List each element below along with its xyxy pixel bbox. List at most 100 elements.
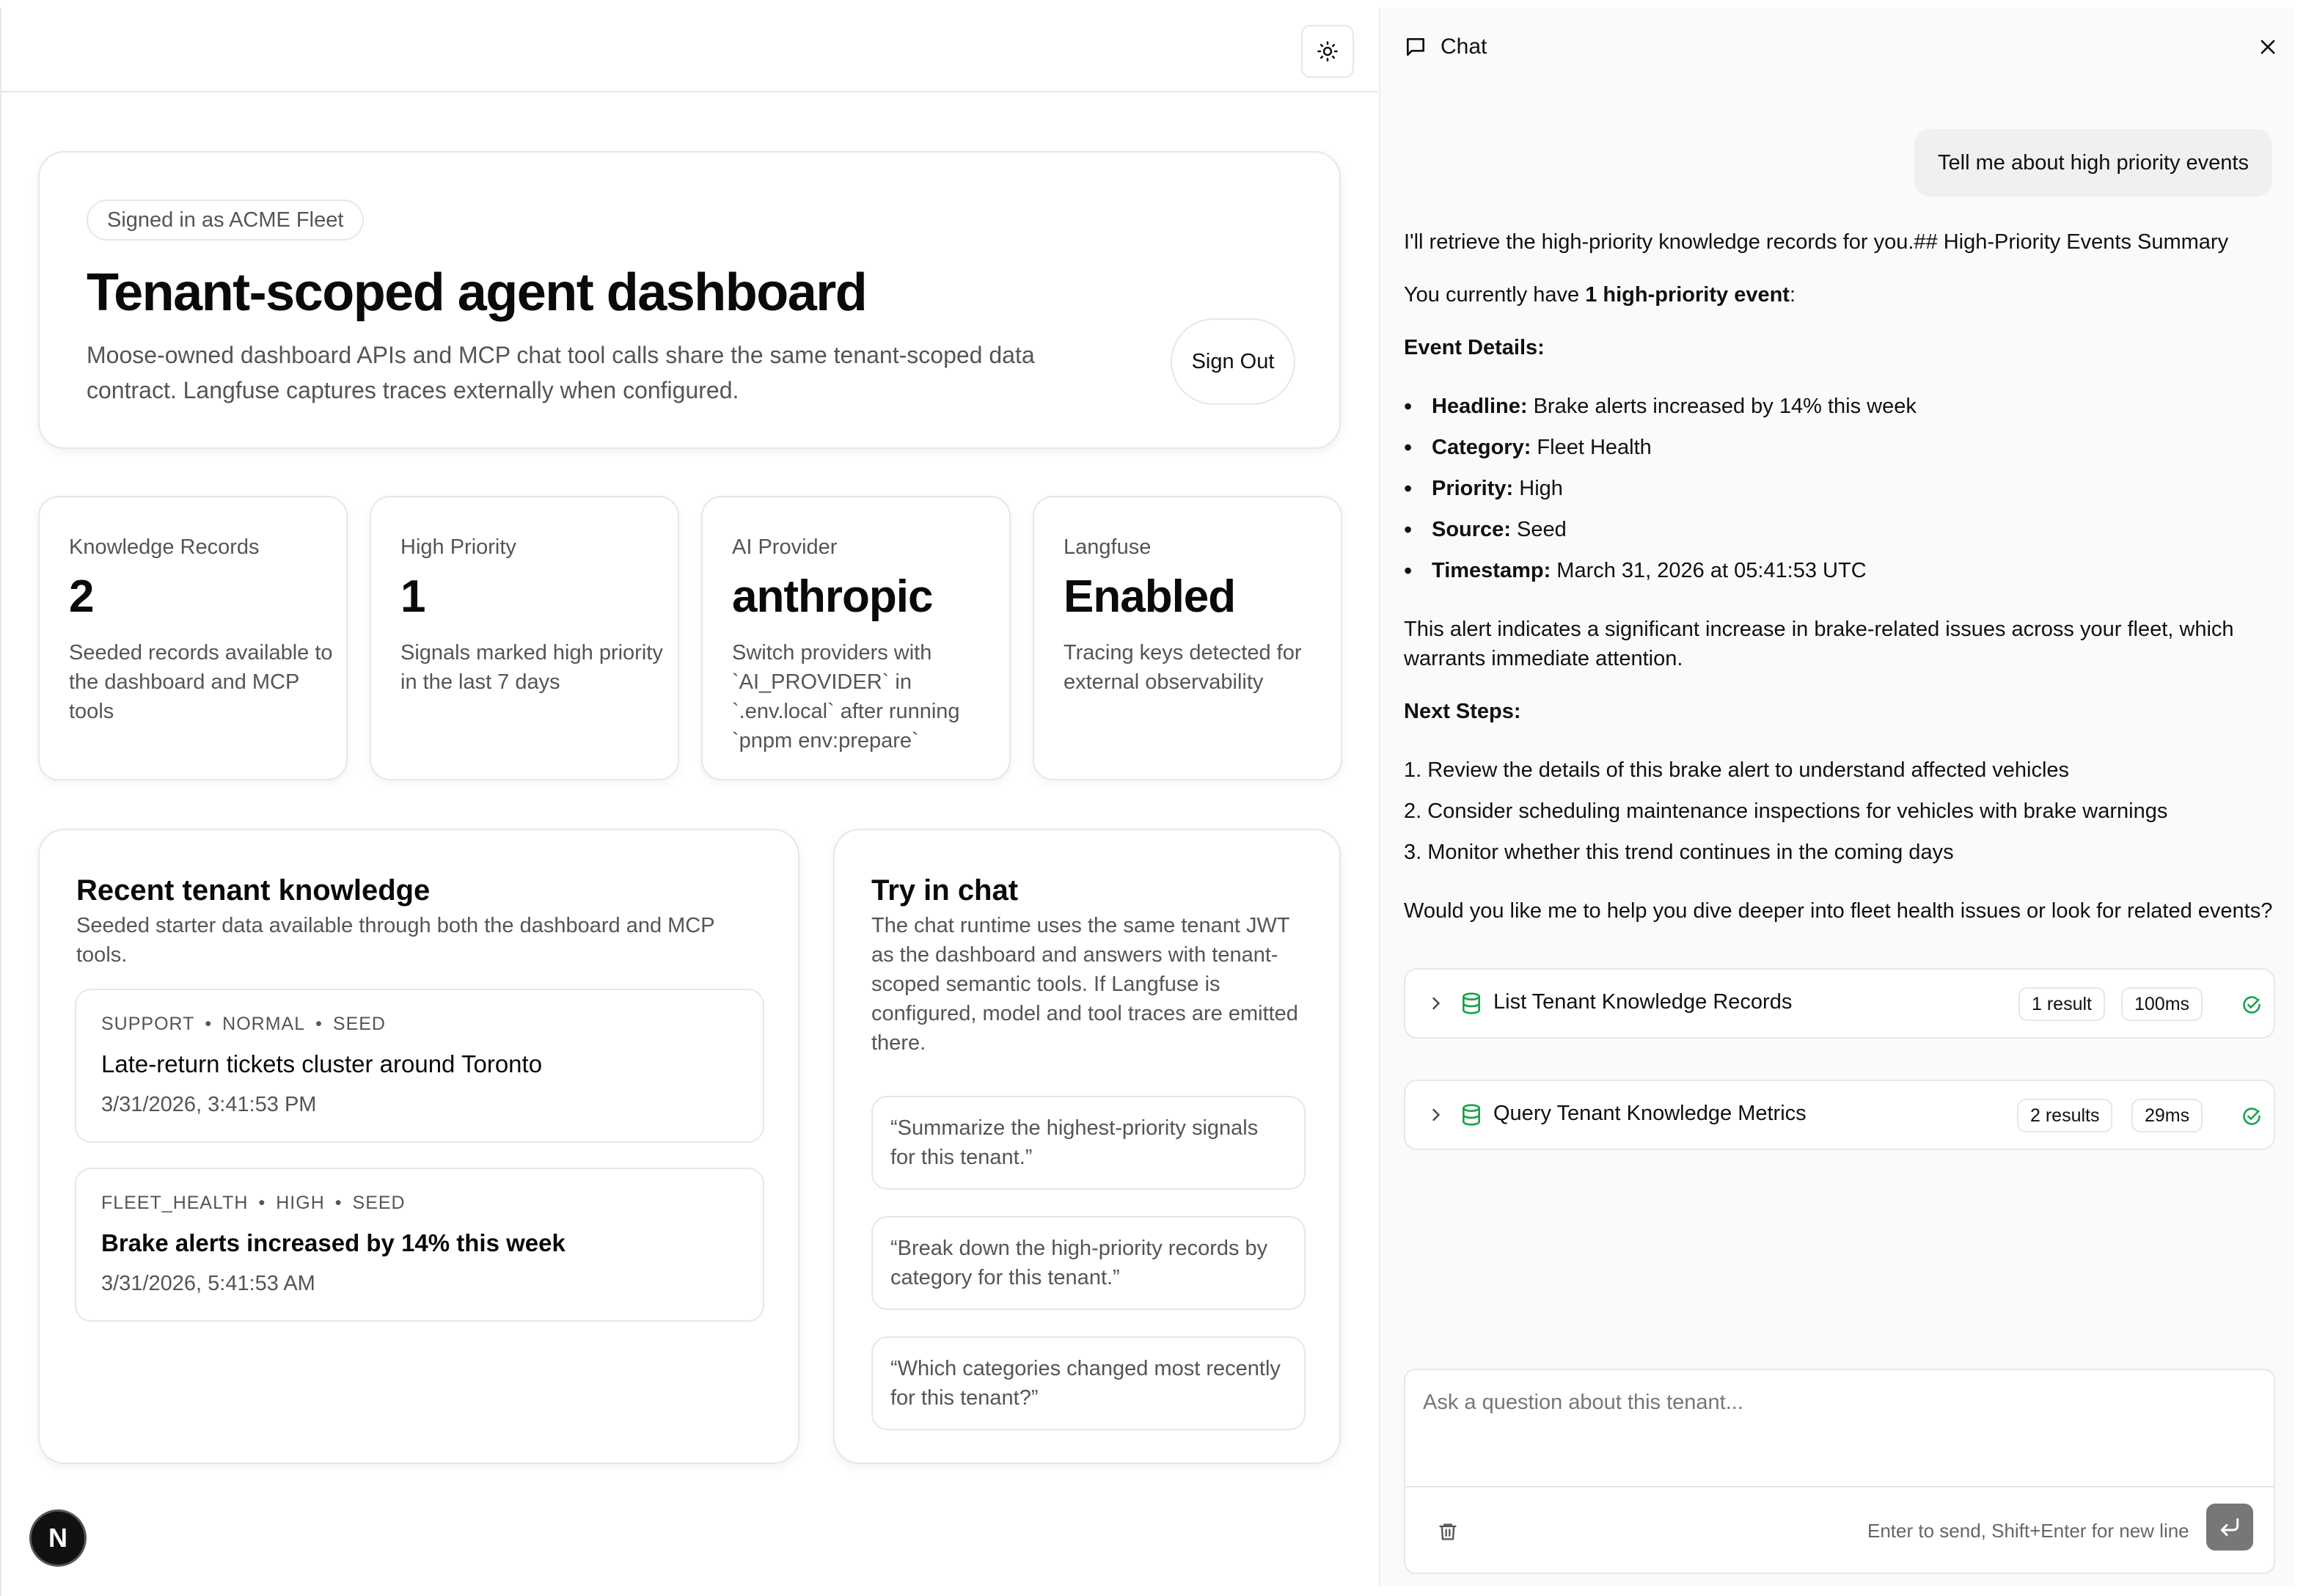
separator-dot: • <box>315 1014 323 1034</box>
composer-hint: Enter to send, Shift+Enter for new line <box>1867 1520 2189 1542</box>
next-steps-heading: Next Steps: <box>1404 697 1521 726</box>
count-suffix: : <box>1789 283 1796 307</box>
check-circle-icon <box>2243 1108 2261 1125</box>
database-icon <box>1463 992 1480 1014</box>
detail-value: Seed <box>1510 518 1567 541</box>
sun-icon <box>1317 41 1338 62</box>
suggested-prompt[interactable]: “Which categories changed most recently … <box>871 1336 1306 1430</box>
detail-key: Source: <box>1432 518 1511 541</box>
stat-label: Langfuse <box>1064 535 1152 559</box>
tool-call-query-metrics[interactable]: Query Tenant Knowledge Metrics 2 results… <box>1404 1080 2275 1150</box>
knowledge-meta: SUPPORT • NORMAL • SEED <box>101 1014 386 1035</box>
detail-item: Source: Seed <box>1404 515 1567 544</box>
chat-header: Chat <box>1404 32 1487 62</box>
stat-label: AI Provider <box>732 535 838 559</box>
stat-value: anthropic <box>732 571 933 622</box>
trash-icon <box>1439 1523 1457 1540</box>
suggested-prompt[interactable]: “Summarize the highest-priority signals … <box>871 1096 1306 1190</box>
knowledge-date: 3/31/2026, 5:41:53 AM <box>101 1272 315 1295</box>
knowledge-title: Brake alerts increased by 14% this week <box>101 1229 565 1256</box>
step-item: 1. Review the details of this brake aler… <box>1404 758 2070 782</box>
alert-line: warrants immediate attention. <box>1404 647 1683 670</box>
stat-description: Signals marked high priority in the last… <box>400 641 663 694</box>
stat-label: High Priority <box>400 535 516 559</box>
count-prefix: You currently have <box>1404 283 1586 307</box>
chevron-right-icon[interactable] <box>1426 1105 1446 1125</box>
chevron-right-icon[interactable] <box>1426 993 1446 1014</box>
alert-line: This alert indicates a significant incre… <box>1404 618 2234 641</box>
page-description: Moose-owned dashboard APIs and MCP chat … <box>87 342 1035 403</box>
tool-duration: 29ms <box>2131 1099 2203 1132</box>
recent-knowledge-card: Recent tenant knowledge Seeded starter d… <box>38 829 799 1464</box>
knowledge-item[interactable]: SUPPORT • NORMAL • SEED Late-return tickets … <box>75 989 764 1143</box>
close-icon <box>2261 40 2275 54</box>
try-in-chat-card: Try in chat The chat runtime uses the sa… <box>833 829 1341 1464</box>
detail-key: Headline: <box>1432 395 1528 418</box>
knowledge-category: FLEET_HEALTH <box>101 1193 249 1213</box>
signed-in-badge: Signed in as ACME Fleet <box>87 200 365 241</box>
chat-title: Chat <box>1441 34 1487 59</box>
step-item: 2. Consider scheduling maintenance inspe… <box>1404 799 2168 823</box>
detail-value: High <box>1513 477 1563 500</box>
stat-card-high-priority: High Priority 1 Signals marked high prio… <box>370 496 679 780</box>
tool-result-count: 2 results <box>2017 1099 2113 1132</box>
chat-input[interactable] <box>1405 1370 2274 1487</box>
try-in-chat-description: The chat runtime uses the same tenant JW… <box>871 914 1298 1055</box>
hero-card: Signed in as ACME Fleet Tenant-scoped ag… <box>38 151 1341 449</box>
nextjs-dev-badge[interactable]: N <box>29 1509 87 1567</box>
details-heading-text: Event Details: <box>1404 336 1545 359</box>
knowledge-priority: NORMAL <box>222 1014 306 1034</box>
details-heading: Event Details: <box>1404 333 1545 362</box>
chat-bubble-icon <box>1407 38 1424 56</box>
tool-call-list-records[interactable]: List Tenant Knowledge Records 1 result 1… <box>1404 968 2275 1039</box>
stat-card-langfuse: Langfuse Enabled Tracing keys detected f… <box>1033 496 1342 780</box>
stat-value: 2 <box>69 571 94 622</box>
knowledge-date: 3/31/2026, 3:41:53 PM <box>101 1093 317 1116</box>
detail-key: Priority: <box>1432 477 1514 500</box>
send-button[interactable] <box>2206 1504 2253 1551</box>
detail-item: Priority: High <box>1404 474 1563 503</box>
step-item: 3. Monitor whether this trend continues … <box>1404 841 1954 864</box>
recent-knowledge-title: Recent tenant knowledge <box>76 874 431 907</box>
detail-value: Fleet Health <box>1531 436 1652 459</box>
try-in-chat-title: Try in chat <box>871 874 1019 907</box>
knowledge-meta: FLEET_HEALTH • HIGH • SEED <box>101 1193 406 1214</box>
stat-card-knowledge-records: Knowledge Records 2 Seeded records avail… <box>38 496 348 780</box>
user-message: Tell me about high priority events <box>1914 129 2272 197</box>
suggested-prompt[interactable]: “Break down the high-priority records by… <box>871 1216 1306 1310</box>
database-icon <box>1463 1104 1480 1126</box>
assistant-closing: Would you like me to help you dive deepe… <box>1404 899 2273 923</box>
sign-out-button[interactable]: Sign Out <box>1171 318 1295 405</box>
assistant-intro: I'll retrieve the high-priority knowledg… <box>1404 230 2229 254</box>
recent-knowledge-description: Seeded starter data available through bo… <box>76 914 715 967</box>
clear-chat-button[interactable] <box>1435 1517 1461 1546</box>
count-bold: 1 high-priority event <box>1585 283 1790 307</box>
stat-description: Tracing keys detected for external obser… <box>1064 641 1302 694</box>
chat-pane: Chat Tell me about high priority events … <box>1379 7 2294 1586</box>
close-chat-button[interactable] <box>2255 34 2281 60</box>
detail-value: March 31, 2026 at 05:41:53 UTC <box>1551 559 1867 582</box>
page-title: Tenant-scoped agent dashboard <box>87 263 868 322</box>
stat-description: Seeded records available to the dashboar… <box>69 641 333 723</box>
app-root: Signed in as ACME Fleet Tenant-scoped ag… <box>0 0 2306 1596</box>
theme-toggle-button[interactable] <box>1301 25 1354 78</box>
knowledge-source: SEED <box>332 1014 386 1034</box>
tool-duration: 100ms <box>2121 987 2203 1021</box>
dashboard-pane: Signed in as ACME Fleet Tenant-scoped ag… <box>0 7 1377 1596</box>
separator-dot: • <box>334 1193 343 1213</box>
top-bar <box>1 7 1377 92</box>
knowledge-item[interactable]: FLEET_HEALTH • HIGH • SEED Brake alerts incr… <box>75 1168 764 1322</box>
detail-value: Brake alerts increased by 14% this week <box>1527 395 1917 418</box>
stat-value: 1 <box>400 571 425 622</box>
stat-card-ai-provider: AI Provider anthropic Switch providers w… <box>701 496 1011 780</box>
tool-result-count: 1 result <box>2018 987 2105 1021</box>
knowledge-priority: HIGH <box>276 1193 325 1213</box>
stat-description: Switch providers with `AI_PROVIDER` in `… <box>732 641 960 753</box>
enter-icon <box>2220 1518 2239 1537</box>
next-steps-heading-text: Next Steps: <box>1404 700 1521 723</box>
stat-value: Enabled <box>1064 571 1236 622</box>
detail-item: Headline: Brake alerts increased by 14% … <box>1404 392 1917 421</box>
tool-name: List Tenant Knowledge Records <box>1493 990 1793 1014</box>
tool-name: Query Tenant Knowledge Metrics <box>1493 1102 1807 1125</box>
stat-label: Knowledge Records <box>69 535 260 559</box>
